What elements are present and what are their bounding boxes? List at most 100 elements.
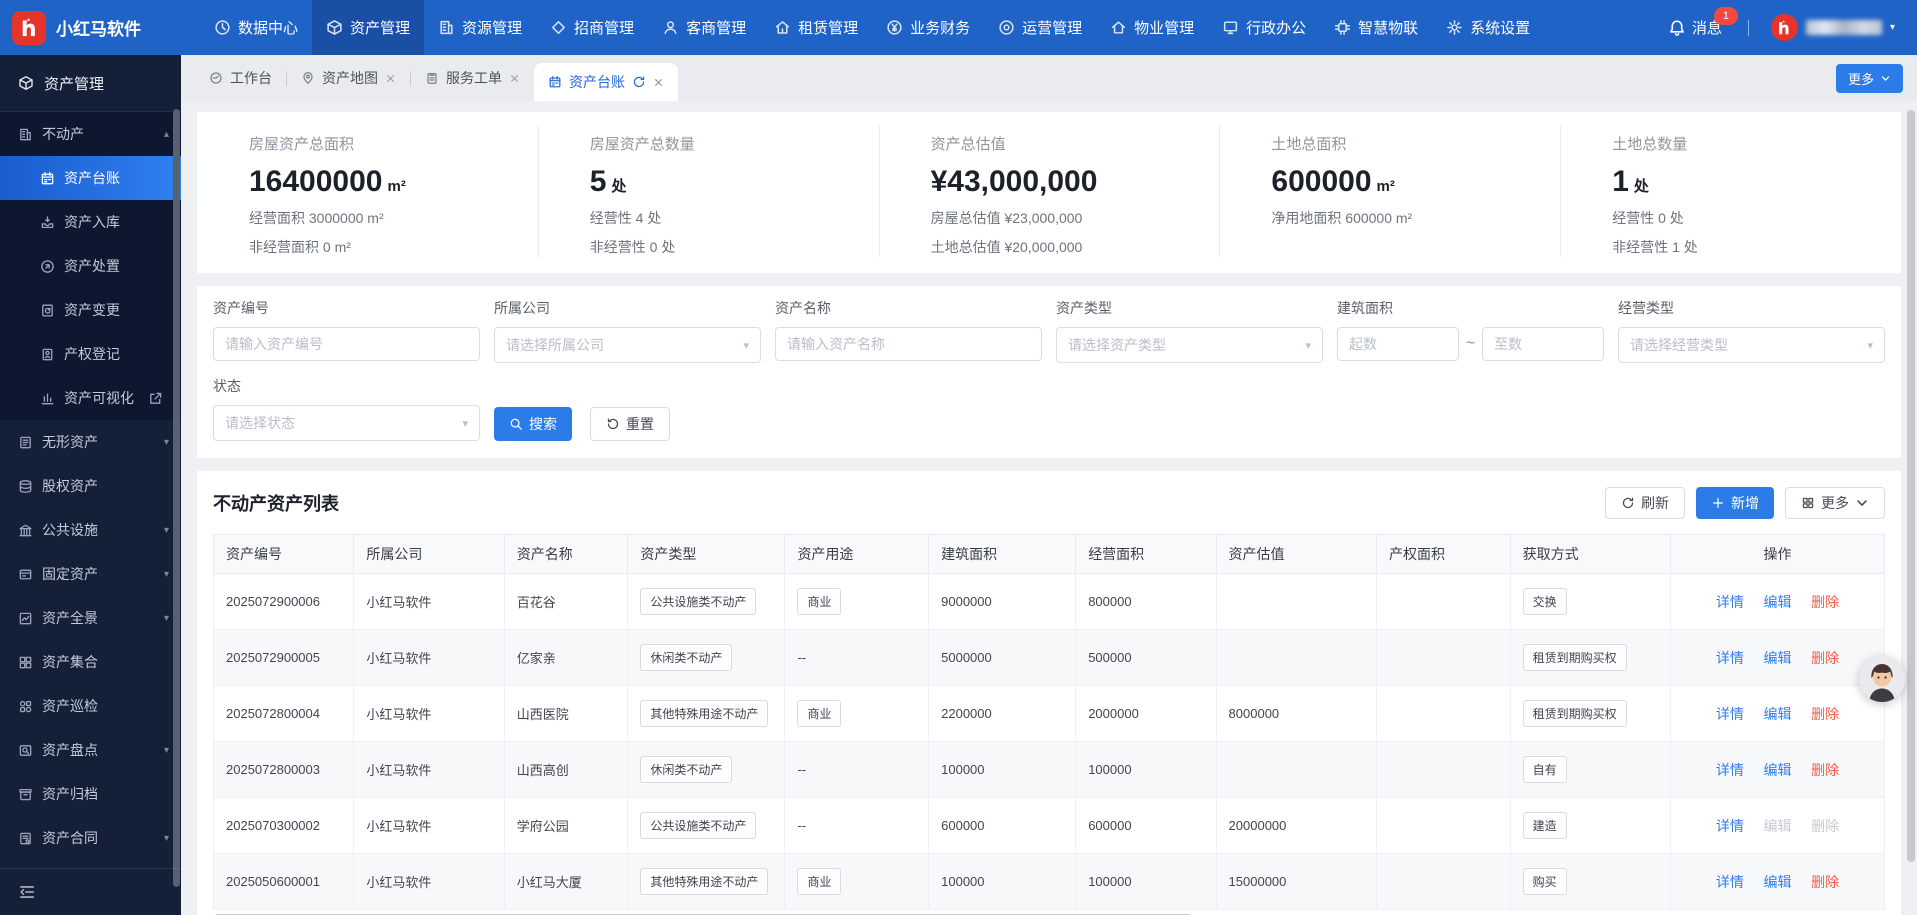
- cell-actions: 详情 编辑 删除: [1671, 630, 1885, 686]
- column-header-0: 资产编号: [214, 535, 354, 574]
- detail-link[interactable]: 详情: [1716, 818, 1744, 834]
- sidebar-item-public-facilities[interactable]: 公共设施▾: [0, 508, 181, 552]
- sidebar-item-asset-inventory[interactable]: 资产盘点▾: [0, 728, 181, 772]
- close-icon[interactable]: [653, 77, 664, 88]
- sidebar-item-equity-assets[interactable]: 股权资产: [0, 464, 181, 508]
- table-row: 2025072800003 小红马软件 山西高创 休闲类不动产 -- 10000…: [214, 742, 1885, 798]
- detail-link[interactable]: 详情: [1716, 762, 1744, 778]
- assistant-avatar[interactable]: [1859, 656, 1905, 702]
- nav-item-operation-management[interactable]: 运营管理: [984, 0, 1096, 55]
- sidebar-scrollbar[interactable]: [173, 109, 180, 887]
- sidebar-item-asset-disposal[interactable]: 资产处置: [0, 244, 181, 288]
- tab-asset-map[interactable]: 资产地图: [287, 55, 410, 101]
- nav-item-asset-management[interactable]: 资产管理: [312, 0, 424, 55]
- kpi-value: 1处: [1612, 165, 1891, 199]
- collapse-sidebar-icon[interactable]: [18, 883, 36, 901]
- nav-item-lease-management[interactable]: 租赁管理: [760, 0, 872, 55]
- sidebar-item-asset-panorama[interactable]: 资产全景▾: [0, 596, 181, 640]
- tabs-more-button[interactable]: 更多: [1836, 64, 1903, 93]
- edit-link[interactable]: 编辑: [1764, 762, 1792, 778]
- operating-type-select[interactable]: 请选择经营类型▾: [1618, 327, 1885, 363]
- nav-item-data-center[interactable]: 数据中心: [200, 0, 312, 55]
- edit-link[interactable]: 编辑: [1764, 706, 1792, 722]
- nav-item-smart-iot[interactable]: 智慧物联: [1320, 0, 1432, 55]
- sidebar-item-asset-inspection[interactable]: 资产巡检: [0, 684, 181, 728]
- nav-item-merchant-management[interactable]: 客商管理: [648, 0, 760, 55]
- tab-asset-ledger[interactable]: 资产台账: [534, 63, 678, 101]
- page-scrollbar[interactable]: [1907, 110, 1915, 862]
- reset-button[interactable]: 重置: [590, 407, 670, 441]
- delete-link[interactable]: 删除: [1811, 762, 1839, 778]
- detail-link[interactable]: 详情: [1716, 706, 1744, 722]
- delete-link[interactable]: 删除: [1811, 706, 1839, 722]
- building-area-from-input[interactable]: [1337, 327, 1459, 361]
- cube-icon: [326, 19, 343, 36]
- edit-link[interactable]: 编辑: [1764, 874, 1792, 890]
- cell-usage: 商业: [785, 574, 929, 630]
- chevron-down-icon: ▾: [743, 339, 749, 352]
- table-row: 2025072800004 小红马软件 山西医院 其他特殊用途不动产 商业 22…: [214, 686, 1885, 742]
- delete-link: 删除: [1811, 818, 1839, 834]
- add-button[interactable]: 新增: [1696, 487, 1774, 519]
- nav-item-business-finance[interactable]: 业务财务: [872, 0, 984, 55]
- sidebar-item-property-registration[interactable]: 产权登记: [0, 332, 181, 376]
- sidebar-item-asset-visualization[interactable]: 资产可视化: [0, 376, 181, 420]
- cell-company: 小红马软件: [354, 686, 504, 742]
- edit-link[interactable]: 编辑: [1764, 594, 1792, 610]
- nav-item-label: 资产管理: [350, 17, 410, 38]
- delete-link[interactable]: 删除: [1811, 874, 1839, 890]
- tab-workbench[interactable]: 工作台: [195, 55, 286, 101]
- delete-link[interactable]: 删除: [1811, 594, 1839, 610]
- contract-doc-icon: [18, 831, 33, 846]
- tab-service-order[interactable]: 服务工单: [411, 55, 534, 101]
- refresh-button[interactable]: 刷新: [1605, 487, 1685, 519]
- sidebar-item-intangible-assets[interactable]: 无形资产▾: [0, 420, 181, 464]
- navbar-divider: [1748, 20, 1749, 36]
- sidebar-item-asset-contract[interactable]: 资产合同▾: [0, 816, 181, 860]
- chevron-down-icon: ▾: [164, 613, 169, 624]
- nav-item-admin-office[interactable]: 行政办公: [1208, 0, 1320, 55]
- refresh-icon: [1621, 496, 1635, 510]
- sidebar-item-asset-change[interactable]: 资产变更: [0, 288, 181, 332]
- messages-button[interactable]: 消息 1: [1668, 17, 1722, 38]
- owning-company-select[interactable]: 请选择所属公司▾: [494, 327, 761, 363]
- refresh-icon[interactable]: [632, 75, 646, 89]
- kpi-unit: 处: [611, 175, 626, 196]
- asset-no-input[interactable]: [213, 327, 480, 361]
- close-icon[interactable]: [509, 73, 520, 84]
- cell-actions: 详情 编辑 删除: [1671, 798, 1885, 854]
- detail-link[interactable]: 详情: [1716, 650, 1744, 666]
- external-link-icon: [148, 391, 163, 406]
- user-menu[interactable]: ▾: [1771, 14, 1895, 41]
- monitor-icon: [1222, 19, 1239, 36]
- filter-label: 状态: [213, 376, 480, 396]
- close-icon[interactable]: [385, 73, 396, 84]
- nav-item-resource-management[interactable]: 资源管理: [424, 0, 536, 55]
- cell-acquisition: 交换: [1510, 574, 1670, 630]
- cell-asset-no: 2025050600001: [214, 854, 354, 910]
- detail-link[interactable]: 详情: [1716, 594, 1744, 610]
- sidebar-item-asset-ledger[interactable]: 资产台账: [0, 156, 181, 200]
- chevron-down-icon: [1855, 496, 1869, 510]
- sidebar-item-fixed-assets[interactable]: 固定资产▾: [0, 552, 181, 596]
- filter-field-owning-company: 所属公司请选择所属公司▾: [494, 298, 761, 363]
- status-select[interactable]: 请选择状态▾: [213, 405, 480, 441]
- building-area-to-input[interactable]: [1482, 327, 1604, 361]
- sidebar-item-asset-inbound[interactable]: 资产入库: [0, 200, 181, 244]
- edit-link[interactable]: 编辑: [1764, 650, 1792, 666]
- nav-item-system-settings[interactable]: 系统设置: [1432, 0, 1544, 55]
- search-button[interactable]: 搜索: [494, 407, 572, 441]
- list-more-button[interactable]: 更多: [1785, 487, 1885, 519]
- detail-link[interactable]: 详情: [1716, 874, 1744, 890]
- sidebar-item-asset-archive[interactable]: 资产归档: [0, 772, 181, 816]
- intangible-doc-icon: [18, 435, 33, 450]
- asset-type-select[interactable]: 请选择资产类型▾: [1056, 327, 1323, 363]
- sidebar-item-real-estate[interactable]: 不动产 ▴: [0, 112, 181, 156]
- nav-item-property-management[interactable]: 物业管理: [1096, 0, 1208, 55]
- asset-name-input[interactable]: [775, 327, 1042, 361]
- sidebar-item-asset-collection[interactable]: 资产集合: [0, 640, 181, 684]
- table-row: 2025072900006 小红马软件 百花谷 公共设施类不动产 商业 9000…: [214, 574, 1885, 630]
- delete-link[interactable]: 删除: [1811, 650, 1839, 666]
- kpi-value: ¥43,000,000: [931, 165, 1210, 199]
- nav-item-investment-management[interactable]: 招商管理: [536, 0, 648, 55]
